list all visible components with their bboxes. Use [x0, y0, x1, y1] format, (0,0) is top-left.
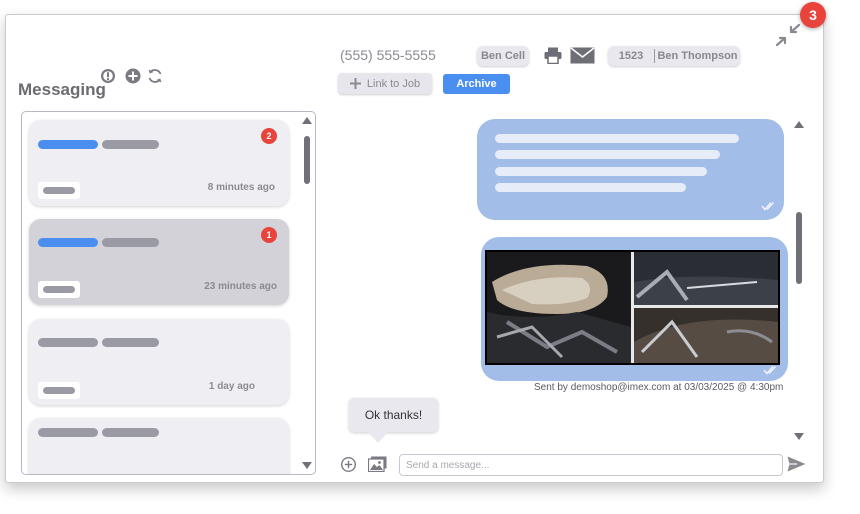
conversation-scrollbar[interactable]: [301, 114, 313, 472]
outgoing-message: [477, 119, 784, 220]
text-placeholder-bar: [495, 183, 686, 192]
customer-pill[interactable]: 1523 Ben Thompson: [608, 46, 740, 66]
tag-placeholder: [38, 182, 80, 199]
outgoing-image-message: [481, 237, 788, 381]
damage-photo[interactable]: [485, 250, 780, 365]
name-placeholder-bar: [102, 338, 159, 347]
incoming-message: Ok thanks!: [349, 398, 438, 432]
conversation-time: 1 day ago: [208, 381, 255, 392]
phone-label-pill[interactable]: Ben Cell: [477, 46, 529, 66]
notification-badge[interactable]: 3: [800, 2, 826, 28]
print-icon[interactable]: [544, 47, 562, 64]
link-to-job-label: Link to Job: [366, 77, 421, 90]
unread-badge: 2: [261, 128, 277, 144]
contact-phone: (555) 555-5555: [340, 47, 436, 63]
name-placeholder-bar: [38, 338, 98, 347]
text-placeholder-bar: [495, 150, 720, 159]
name-placeholder-bar: [102, 140, 159, 149]
scroll-up-icon[interactable]: [302, 117, 312, 124]
message-input[interactable]: [400, 456, 782, 475]
send-icon[interactable]: [787, 456, 806, 472]
plus-icon: [349, 78, 361, 89]
customer-name: Ben Thompson: [657, 50, 738, 62]
email-icon[interactable]: [570, 47, 595, 64]
read-check-icon: [763, 365, 777, 375]
name-placeholder-bar: [38, 428, 98, 437]
conversation-time: 8 minutes ago: [207, 182, 275, 193]
conversation-time: 23 minutes ago: [204, 281, 277, 292]
tag-placeholder: [38, 281, 80, 298]
page-title: Messaging: [18, 80, 106, 99]
sent-by-label: Sent by demoshop@imex.com at 03/03/2025 …: [534, 382, 784, 393]
refresh-icon[interactable]: [147, 68, 163, 84]
conversation-item[interactable]: 2 8 minutes ago: [29, 120, 289, 206]
conversation-item[interactable]: 1 23 minutes ago: [29, 219, 289, 305]
name-placeholder-bar: [102, 428, 159, 437]
incoming-bubble-tail: [368, 432, 388, 443]
name-placeholder-bar: [38, 140, 98, 149]
customer-id: 1523: [618, 50, 644, 62]
collapse-icon[interactable]: [776, 24, 800, 46]
text-placeholder-bar: [495, 167, 707, 176]
tag-placeholder: [38, 382, 80, 399]
name-placeholder-bar: [38, 238, 98, 247]
thread-scrollbar[interactable]: [793, 118, 805, 443]
scroll-up-icon[interactable]: [794, 121, 804, 128]
attach-add-icon[interactable]: [341, 457, 356, 472]
scroll-down-icon[interactable]: [302, 462, 312, 469]
unread-badge: 1: [261, 227, 277, 243]
image-icon[interactable]: [368, 456, 387, 472]
alert-icon[interactable]: [100, 68, 116, 84]
text-placeholder-bar: [495, 134, 739, 143]
read-check-icon: [761, 201, 775, 211]
scroll-thumb[interactable]: [304, 136, 310, 184]
conversation-item[interactable]: 1 day ago: [29, 319, 289, 405]
add-icon[interactable]: [125, 68, 141, 84]
message-composer: [399, 454, 783, 476]
link-to-job-button[interactable]: Link to Job: [338, 73, 432, 94]
conversation-list: 2 8 minutes ago 1 23 minutes ago 1 day a…: [21, 111, 316, 475]
scroll-thumb[interactable]: [796, 212, 802, 284]
scroll-down-icon[interactable]: [794, 433, 804, 440]
conversation-item[interactable]: [29, 418, 289, 474]
archive-button[interactable]: Archive: [443, 74, 510, 94]
name-placeholder-bar: [102, 238, 159, 247]
